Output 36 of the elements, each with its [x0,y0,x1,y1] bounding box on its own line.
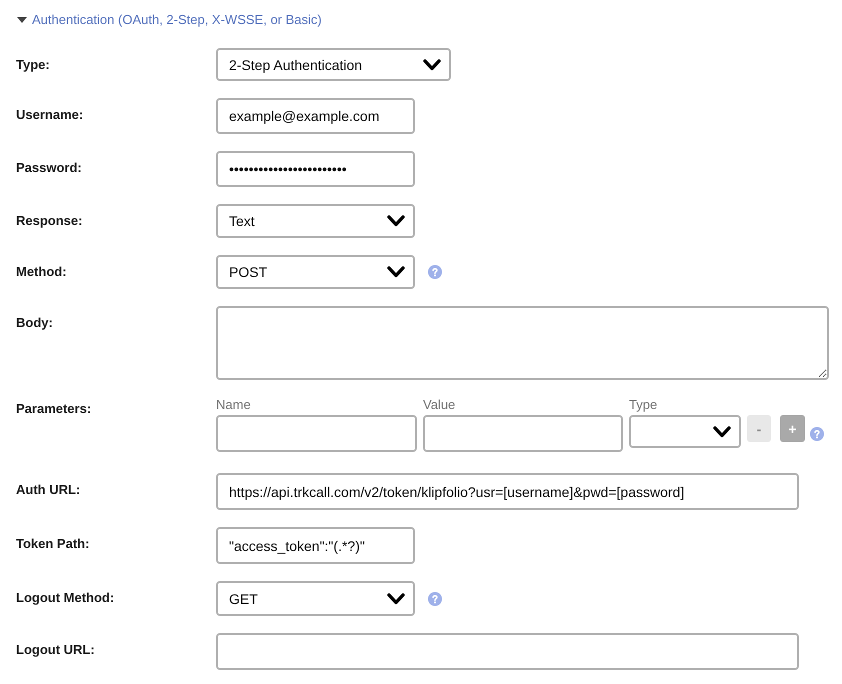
chevron-down-icon [387,215,405,227]
field-label: Response: [16,212,84,230]
chevron-down-icon [423,58,441,70]
help-icon[interactable] [428,265,442,279]
chevron-down-icon [387,592,405,604]
text-area[interactable] [216,306,829,380]
column-label: Name [216,397,252,413]
dropdown[interactable]: POST [216,255,415,289]
field-label: Logout Method: [16,589,116,607]
text-input[interactable] [423,415,623,452]
field-label: Logout URL: [16,641,96,659]
field-label: Username: [16,106,84,124]
section-toggle[interactable]: Authentication (OAuth, 2-Step, X-WSSE, or Basic) [16,11,322,29]
text-input[interactable] [216,633,799,670]
field-label: Password: [16,159,83,177]
column-label: Value [423,397,456,413]
chevron-down-icon [713,426,731,438]
dropdown[interactable] [629,415,741,448]
text-input[interactable] [216,415,417,452]
dropdown[interactable]: 2-Step Authentication [216,48,451,81]
dropdown[interactable]: Text [216,204,415,238]
field-label: Method: [16,263,68,281]
field-label: Parameters: [16,400,92,418]
text-input[interactable]: example@example.com [216,98,415,134]
dropdown[interactable]: GET [216,581,415,616]
text-input[interactable]: •••••••••••••••••••••••• [216,151,415,187]
field-label: Token Path: [16,535,90,553]
text-input[interactable]: "access_token":"(.*?)" [216,527,415,564]
field-label: Type: [16,56,51,74]
help-icon[interactable] [428,592,442,606]
help-icon[interactable] [810,426,824,440]
chevron-down-icon [387,266,405,278]
field-label: Auth URL: [16,481,82,499]
text-input[interactable]: https://api.trkcall.com/v2/token/klipfolio?usr=[username]&pwd=[password] [216,473,799,510]
column-label: Type [629,397,658,413]
field-label: Body: [16,314,54,332]
